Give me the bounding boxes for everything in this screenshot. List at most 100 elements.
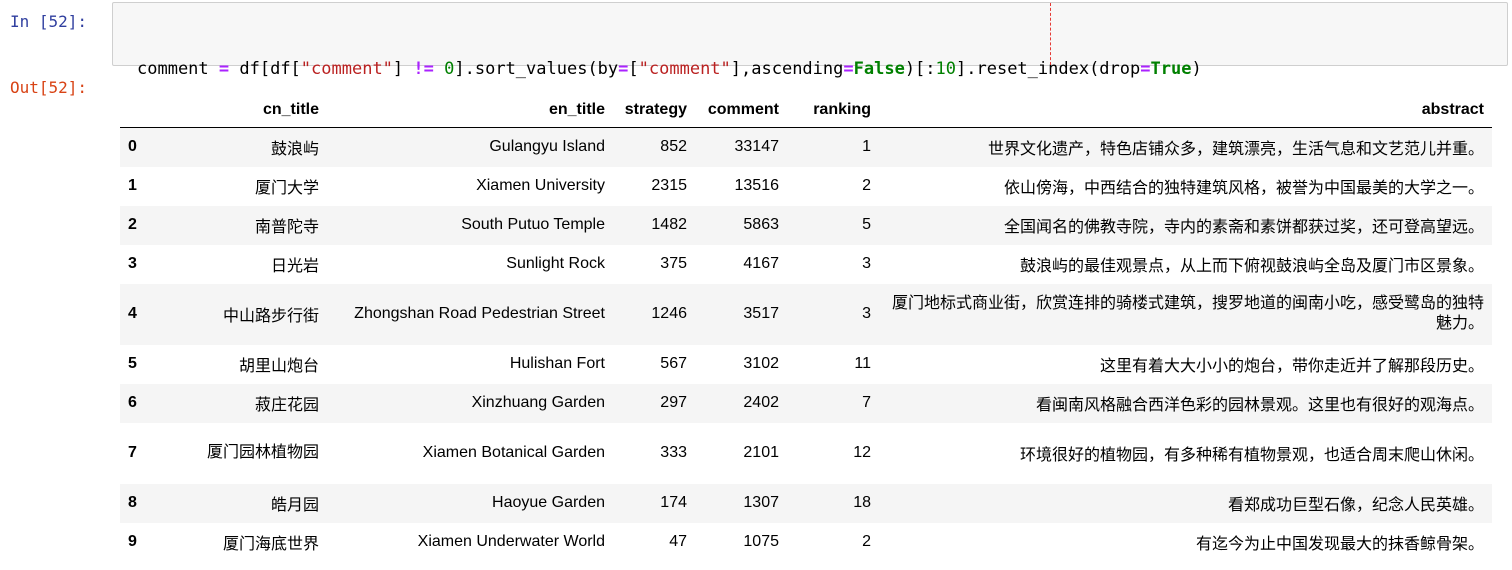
cell-ranking: 2 xyxy=(862,533,871,550)
cell-cn-title: 厦门海底世界 xyxy=(222,536,319,553)
input-prompt: In [52]: xyxy=(10,12,88,31)
code-token: = xyxy=(1140,59,1151,79)
row-index: 5 xyxy=(128,355,137,372)
row-index: 4 xyxy=(128,305,137,322)
cell-cn-title: 南普陀寺 xyxy=(254,219,319,236)
row-index: 1 xyxy=(128,177,137,194)
cell-cn-title: 胡里山炮台 xyxy=(238,358,319,375)
cell-en-title: Hulishan Fort xyxy=(509,355,605,372)
cell-comment: 33147 xyxy=(734,138,780,156)
table-row: 1 厦门大学 Xiamen University 2315 13516 2 依山… xyxy=(120,167,1492,206)
cell-strategy: 1246 xyxy=(651,305,687,322)
cell-en-title: South Putuo Temple xyxy=(461,216,605,233)
cell-ranking: 12 xyxy=(853,444,871,461)
code-token: df[df[ xyxy=(229,59,301,79)
cell-comment: 2402 xyxy=(743,394,779,411)
cell-ranking: 3 xyxy=(862,255,871,272)
table-row: 6 菽庄花园 Xinzhuang Garden 297 2402 7 看闽南风格… xyxy=(120,383,1492,423)
index-header xyxy=(120,92,166,128)
column-header-en-title: en_title xyxy=(327,92,613,128)
table-header-row: cn_title en_title strategy comment ranki… xyxy=(120,92,1492,128)
row-index: 7 xyxy=(128,444,137,461)
table-row: 0 鼓浪屿 Gulangyu Island 852 33147 1 世界文化遗产… xyxy=(120,127,1492,167)
code-token: False xyxy=(853,59,905,79)
code-token: [ xyxy=(628,59,639,79)
dataframe-table: cn_title en_title strategy comment ranki… xyxy=(120,92,1492,562)
code-token: )[: xyxy=(904,59,936,79)
code-line-1: comment = df[df["comment"] != 0].sort_va… xyxy=(137,58,1507,81)
cell-strategy: 375 xyxy=(660,255,687,272)
row-index: 2 xyxy=(128,216,137,233)
cell-strategy: 852 xyxy=(660,138,687,156)
cell-ranking: 11 xyxy=(854,355,871,372)
cell-abstract: 依山傍海，中西结合的独特建筑风格，被誉为中国最美的大学之一。 xyxy=(1003,180,1484,197)
cell-en-title: Zhongshan Road Pedestrian Street xyxy=(354,305,605,322)
cell-comment: 1075 xyxy=(743,533,779,550)
cell-abstract: 看闽南风格融合西洋色彩的园林景观。这里也有很好的观海点。 xyxy=(1035,397,1484,414)
table-row: 7 厦门园林植物园 Xiamen Botanical Garden 333 21… xyxy=(120,423,1492,484)
cell-cn-title: 中山路步行街 xyxy=(222,308,319,325)
cell-en-title: Haoyue Garden xyxy=(492,494,605,511)
code-token: "comment" xyxy=(300,59,393,79)
cell-en-title: Xiamen Botanical Garden xyxy=(422,444,605,461)
code-token: 0 xyxy=(444,59,455,79)
cell-abstract: 这里有着大大小小的炮台，带你走近并了解那段历史。 xyxy=(1099,358,1484,375)
cell-cn-title: 厦门大学 xyxy=(254,180,319,197)
table-row: 4 中山路步行街 Zhongshan Road Pedestrian Stree… xyxy=(120,283,1492,345)
cell-ranking: 2 xyxy=(862,177,871,194)
cell-comment: 13516 xyxy=(734,177,780,194)
column-header-cn-title: cn_title xyxy=(166,92,327,128)
cell-ranking: 7 xyxy=(862,394,871,411)
cell-strategy: 567 xyxy=(660,355,687,372)
cell-cn-title: 皓月园 xyxy=(270,497,319,514)
column-header-comment: comment xyxy=(695,92,787,128)
cell-abstract: 厦门地标式商业街，欣赏连排的骑楼式建筑，搜罗地道的闽南小吃，感受鹭岛的独特魅力。 xyxy=(891,295,1484,332)
cell-abstract: 环境很好的植物园，有多种稀有植物景观，也适合周末爬山休闲。 xyxy=(1019,447,1484,464)
code-token: ) xyxy=(1191,59,1202,79)
code-token: != xyxy=(413,59,434,79)
cell-comment: 2101 xyxy=(743,444,779,461)
column-header-ranking: ranking xyxy=(787,92,879,128)
row-index: 6 xyxy=(128,394,137,411)
table-row: 3 日光岩 Sunlight Rock 375 4167 3 鼓浪屿的最佳观景点… xyxy=(120,245,1492,284)
code-token: = xyxy=(843,59,854,79)
cell-cn-title: 日光岩 xyxy=(270,258,319,275)
cell-en-title: Xiamen Underwater World xyxy=(417,533,605,550)
row-index: 3 xyxy=(128,255,137,272)
code-token: = xyxy=(618,59,629,79)
cell-ranking: 3 xyxy=(862,305,871,322)
row-index: 9 xyxy=(128,533,137,550)
code-token: ],ascending xyxy=(730,59,844,79)
cell-ranking: 18 xyxy=(853,494,871,511)
cell-strategy: 2315 xyxy=(651,177,687,194)
cell-strategy: 333 xyxy=(660,444,687,461)
table-row: 2 南普陀寺 South Putuo Temple 1482 5863 5 全国… xyxy=(120,205,1492,245)
table-row: 8 皓月园 Haoyue Garden 174 1307 18 看郑成功巨型石像… xyxy=(120,483,1492,523)
cell-comment: 3102 xyxy=(743,355,779,372)
cell-comment: 3517 xyxy=(743,305,779,322)
cell-en-title: Sunlight Rock xyxy=(506,255,605,272)
column-header-strategy: strategy xyxy=(613,92,695,128)
cell-ranking: 1 xyxy=(862,138,871,156)
cell-strategy: 47 xyxy=(669,533,687,550)
cell-en-title: Xiamen University xyxy=(476,177,605,194)
row-index: 8 xyxy=(128,494,137,511)
cell-cn-title: 鼓浪屿 xyxy=(270,141,319,159)
cell-en-title: Gulangyu Island xyxy=(489,138,605,156)
code-token: 10 xyxy=(935,59,957,79)
code-token: ] xyxy=(392,59,414,79)
cell-comment: 4167 xyxy=(743,255,779,272)
code-token: ].sort_values(by xyxy=(454,59,619,79)
cell-strategy: 174 xyxy=(660,494,687,511)
cell-cn-title: 菽庄花园 xyxy=(254,397,319,414)
cell-abstract: 有迄今为止中国发现最大的抹香鲸骨架。 xyxy=(1195,536,1484,553)
cell-abstract: 鼓浪屿的最佳观景点，从上而下俯视鼓浪屿全岛及厦门市区景象。 xyxy=(1019,258,1484,275)
cell-ranking: 5 xyxy=(862,216,871,233)
code-token: True xyxy=(1150,59,1192,79)
code-token: ].reset_index(drop xyxy=(956,59,1141,79)
cell-en-title: Xinzhuang Garden xyxy=(471,394,605,411)
cell-abstract: 看郑成功巨型石像，纪念人民英雄。 xyxy=(1227,497,1484,514)
cell-abstract: 全国闻名的佛教寺院，寺内的素斋和素饼都获过奖，还可登高望远。 xyxy=(1003,219,1484,236)
code-cell[interactable]: comment = df[df["comment"] != 0].sort_va… xyxy=(112,2,1508,148)
cell-comment: 5863 xyxy=(743,216,779,233)
